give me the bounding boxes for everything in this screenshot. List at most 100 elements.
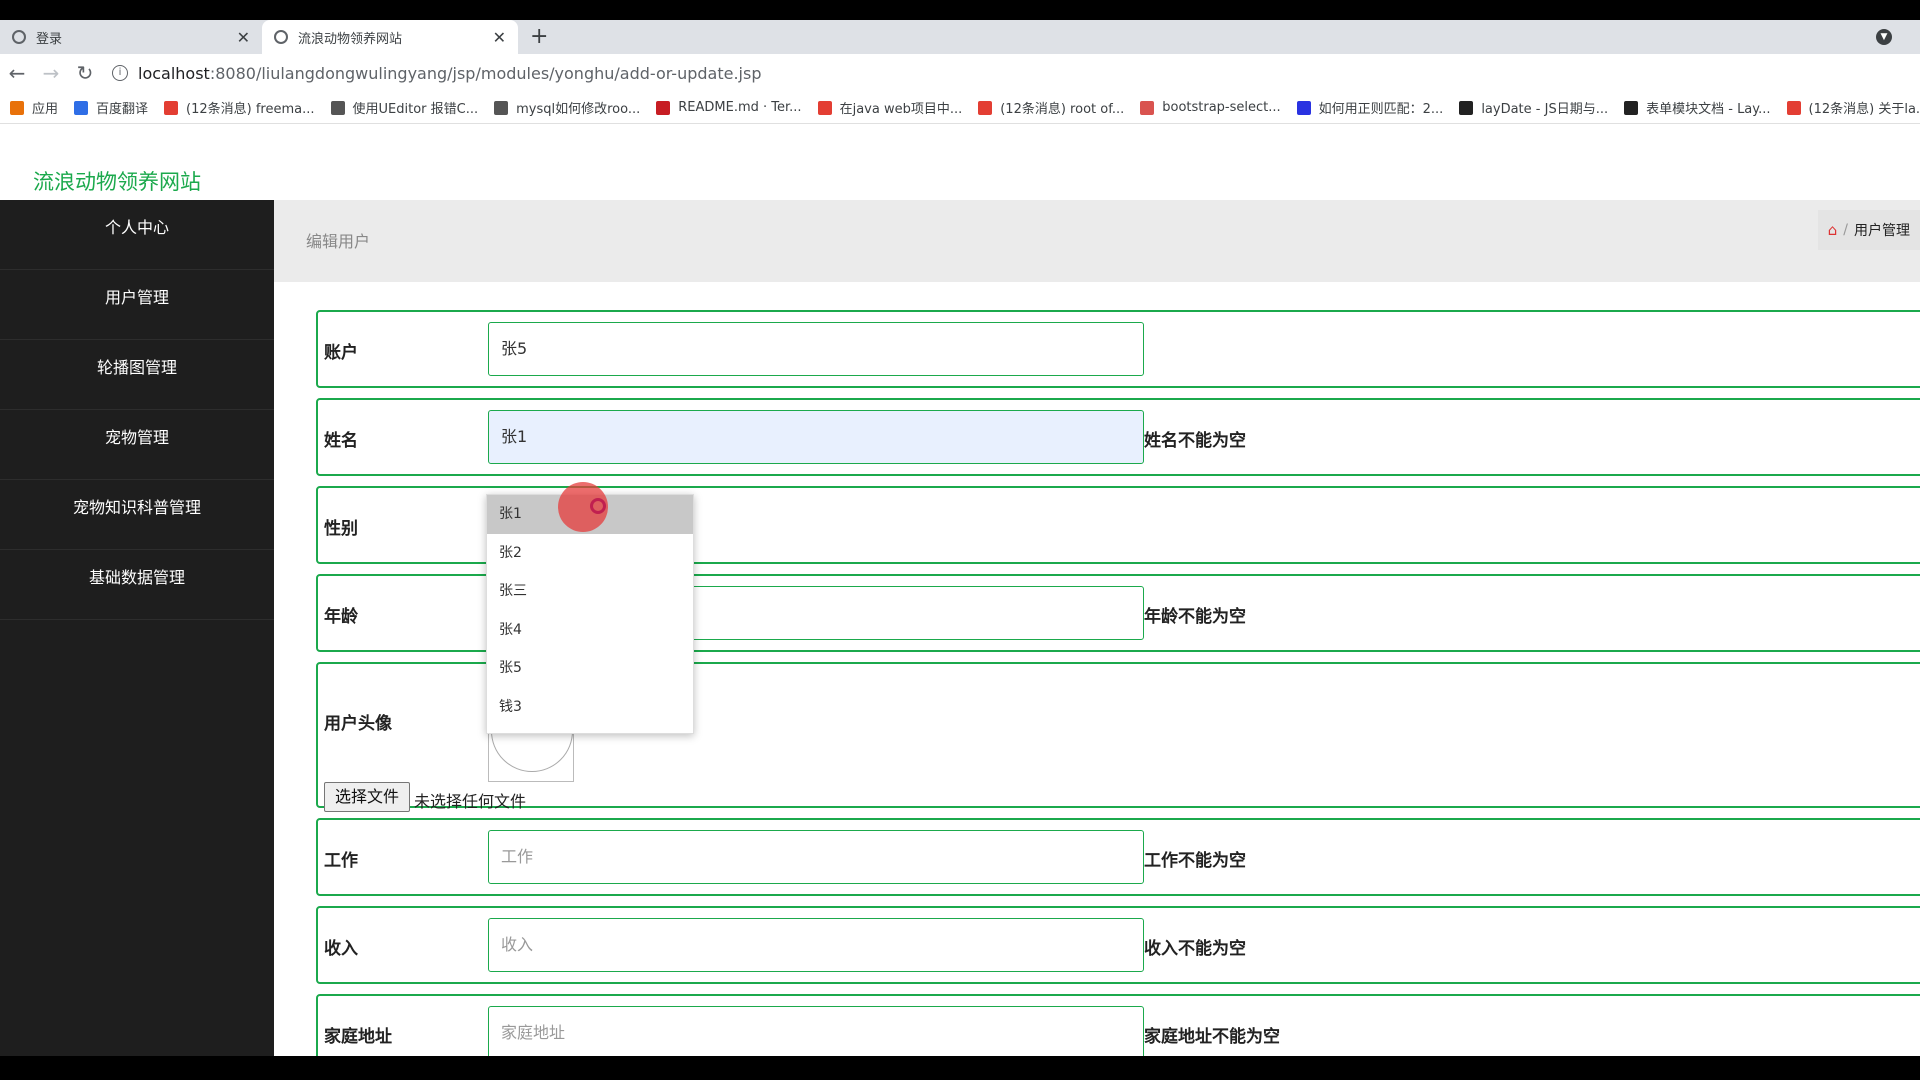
- address-bar: ← → ↻ i localhost:8080/liulangdongwuling…: [0, 54, 1920, 92]
- job-error: 工作不能为空: [1144, 851, 1246, 871]
- sidebar-item-pet-knowledge[interactable]: 宠物知识科普管理: [0, 480, 274, 550]
- avatar-label: 用户头像: [324, 714, 392, 734]
- bookmark-item[interactable]: README.md · Ter...: [656, 100, 802, 115]
- bookmark-item[interactable]: (12条消息) freema...: [164, 98, 315, 117]
- layui-icon: [1459, 100, 1474, 115]
- doc-icon: [1140, 100, 1155, 115]
- tab-title: 登录: [36, 31, 63, 47]
- home-icon[interactable]: ⌂: [1828, 221, 1838, 239]
- reload-icon[interactable]: ↻: [68, 61, 102, 85]
- csdn-icon: [1786, 100, 1801, 115]
- apps-icon: [10, 100, 24, 115]
- sidebar-item-carousel-management[interactable]: 轮播图管理: [0, 340, 274, 410]
- income-label: 收入: [324, 939, 358, 959]
- gitee-icon: [656, 100, 671, 115]
- layui-icon: [1624, 100, 1639, 115]
- info-icon[interactable]: i: [112, 65, 128, 81]
- bookmark-label: (12条消息) root of...: [1000, 102, 1125, 117]
- account-label: 账户: [324, 343, 358, 363]
- bookmark-item[interactable]: 表单模块文档 - Lay...: [1624, 98, 1771, 117]
- address-error: 家庭地址不能为空: [1144, 1027, 1280, 1047]
- job-input[interactable]: 工作: [488, 830, 1144, 884]
- bookmark-item[interactable]: 百度翻译: [74, 98, 148, 117]
- bookmark-label: (12条消息) 关于la...: [1808, 102, 1920, 117]
- name-option[interactable]: 张4: [487, 611, 693, 650]
- forward-icon[interactable]: →: [34, 61, 68, 85]
- name-option[interactable]: 钱3: [487, 688, 693, 727]
- bookmark-item[interactable]: (12条消息) 关于la...: [1786, 98, 1920, 117]
- bookmark-label: README.md · Ter...: [678, 100, 802, 115]
- address-input[interactable]: 家庭地址: [488, 1006, 1144, 1056]
- tab-login[interactable]: 登录 ✕: [0, 20, 262, 54]
- form-row-income: 收入 收入 收入不能为空: [316, 906, 1920, 984]
- bookmark-item[interactable]: mysql如何修改roo...: [494, 98, 640, 117]
- bird-icon: [330, 100, 345, 115]
- name-option[interactable]: 张2: [487, 534, 693, 573]
- tab-site[interactable]: 流浪动物领养网站 ✕: [262, 20, 518, 54]
- baidu-icon: [1296, 100, 1311, 115]
- choose-file-button[interactable]: 选择文件: [324, 782, 410, 812]
- csdn-icon: [817, 100, 832, 115]
- form-row-account: 账户 张5: [316, 310, 1920, 388]
- form-row-job: 工作 工作 工作不能为空: [316, 818, 1920, 896]
- breadcrumb-bar: 编辑用户 ⌂ / 用户管理: [274, 200, 1920, 282]
- bookmark-label: 如何用正则匹配：2...: [1318, 102, 1444, 117]
- name-error: 姓名不能为空: [1144, 431, 1246, 451]
- name-option[interactable]: 张5: [487, 649, 693, 688]
- bookmark-item[interactable]: layDate - JS日期与...: [1459, 98, 1608, 117]
- bookmark-item[interactable]: bootstrap-select...: [1140, 100, 1281, 115]
- bookmark-label: 表单模块文档 - Lay...: [1646, 102, 1771, 117]
- bookmark-item[interactable]: 应用: [10, 98, 58, 117]
- sidebar-item-personal-center[interactable]: 个人中心: [0, 200, 274, 270]
- tab-search-icon[interactable]: ▼: [1876, 29, 1892, 45]
- income-input[interactable]: 收入: [488, 918, 1144, 972]
- address-label: 家庭地址: [324, 1027, 392, 1047]
- breadcrumb: ⌂ / 用户管理: [1817, 210, 1920, 250]
- bookmark-item[interactable]: 如何用正则匹配：2...: [1296, 98, 1444, 117]
- name-option[interactable]: 张三: [487, 572, 693, 611]
- bookmark-label: 应用: [32, 102, 59, 117]
- bookmark-item[interactable]: (12条消息) root of...: [978, 98, 1124, 117]
- bookmark-label: 在java web项目中...: [839, 102, 963, 117]
- bookmark-label: 百度翻译: [96, 102, 149, 117]
- url-host: localhost: [138, 63, 210, 83]
- bookmark-item[interactable]: 在java web项目中...: [817, 98, 963, 117]
- breadcrumb-user-management[interactable]: 用户管理: [1854, 220, 1910, 240]
- baidu-translate-icon: [74, 100, 89, 115]
- globe-icon: [12, 30, 26, 44]
- sidebar-item-pet-management[interactable]: 宠物管理: [0, 410, 274, 480]
- bird-icon: [494, 100, 509, 115]
- form-row-name: 姓名 张1 姓名不能为空: [316, 398, 1920, 476]
- account-input[interactable]: 张5: [488, 322, 1144, 376]
- page-title: 编辑用户: [306, 232, 371, 251]
- job-label: 工作: [324, 851, 358, 871]
- sidebar: 个人中心 用户管理 轮播图管理 宠物管理 宠物知识科普管理 基础数据管理: [0, 200, 274, 1056]
- bookmark-label: layDate - JS日期与...: [1481, 102, 1609, 117]
- bookmark-label: 使用UEditor 报错C...: [352, 102, 479, 117]
- name-select[interactable]: 张1: [488, 410, 1144, 464]
- url-field[interactable]: i localhost:8080/liulangdongwulingyang/j…: [112, 58, 1920, 88]
- age-label: 年龄: [324, 607, 358, 627]
- close-icon[interactable]: ✕: [493, 28, 506, 47]
- bookmark-item[interactable]: 使用UEditor 报错C...: [330, 98, 479, 117]
- name-label: 姓名: [324, 431, 358, 451]
- bookmarks-bar: 应用 百度翻译 (12条消息) freema... 使用UEditor 报错C... m…: [0, 92, 1920, 124]
- sidebar-item-basic-data[interactable]: 基础数据管理: [0, 550, 274, 620]
- cursor-icon: [590, 498, 606, 514]
- globe-icon: [274, 30, 288, 44]
- tab-bar: 登录 ✕ 流浪动物领养网站 ✕ + ▼: [0, 20, 1920, 54]
- bookmark-label: bootstrap-select...: [1162, 100, 1281, 115]
- close-icon[interactable]: ✕: [237, 28, 250, 47]
- site-title[interactable]: 流浪动物领养网站: [33, 166, 201, 196]
- back-icon[interactable]: ←: [0, 61, 34, 85]
- form-row-address: 家庭地址 家庭地址 家庭地址不能为空: [316, 994, 1920, 1056]
- income-error: 收入不能为空: [1144, 939, 1246, 959]
- url-path: :8080/liulangdongwulingyang/jsp/modules/…: [209, 63, 762, 83]
- sidebar-item-user-management[interactable]: 用户管理: [0, 270, 274, 340]
- file-status: 未选择任何文件: [414, 792, 527, 811]
- csdn-icon: [164, 100, 179, 115]
- browser-window: 登录 ✕ 流浪动物领养网站 ✕ + ▼ ← → ↻ i localhost:80…: [0, 20, 1920, 1056]
- new-tab-button[interactable]: +: [530, 24, 548, 49]
- age-error: 年龄不能为空: [1144, 607, 1246, 627]
- bookmark-label: mysql如何修改roo...: [516, 102, 641, 117]
